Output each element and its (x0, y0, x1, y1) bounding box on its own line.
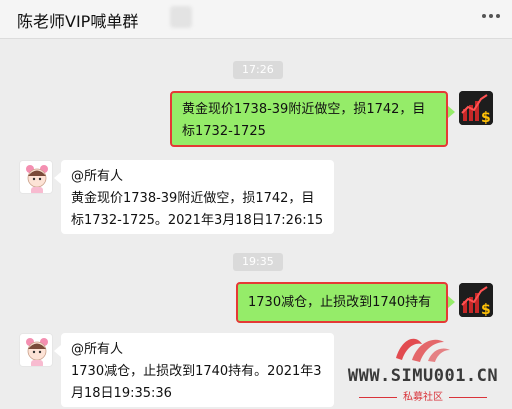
watermark: WWW.SIMU001.CN 私募社区 (337, 330, 509, 406)
message-line: 1730减仓，止损改到1740持有。2021年3 (71, 364, 322, 379)
watermark-site: WWW.SIMU001.CN (347, 366, 499, 386)
message-line: 1730减仓，止损改到1740持有 (248, 295, 432, 310)
chat-title: 陈老师VIP喊单群 (17, 12, 139, 31)
received-message-bubble[interactable]: @所有人 1730减仓，止损改到1740持有。2021年3 月18日19:35:… (61, 333, 334, 407)
mention-all-line: @所有人 (71, 169, 124, 184)
received-message-bubble[interactable]: @所有人 黄金现价1738-39附近做空，损1742，目 标1732-1725。… (61, 160, 334, 234)
self-avatar[interactable]: $ (459, 283, 493, 317)
bubble-tail (54, 345, 61, 357)
svg-text:$: $ (481, 110, 491, 125)
blurred-member-count (170, 6, 192, 28)
sent-message-bubble[interactable]: 黄金现价1738-39附近做空，损1742，目 标1732-1725 (170, 91, 448, 147)
bubble-tail (448, 296, 455, 308)
chat-header: 陈老师VIP喊单群 (0, 0, 512, 39)
timestamp-divider: 17:26 (233, 61, 283, 79)
message-line: 黄金现价1738-39附近做空，损1742，目 (71, 191, 315, 206)
sent-message-bubble[interactable]: 1730减仓，止损改到1740持有 (236, 282, 448, 323)
self-avatar[interactable]: $ (459, 91, 493, 125)
bubble-tail (448, 106, 455, 118)
chart-dollar-avatar-icon: $ (459, 283, 493, 317)
watermark-subtitle: 私募社区 (337, 388, 509, 403)
cartoon-girl-avatar-icon (20, 161, 52, 193)
chart-dollar-avatar-icon: $ (459, 91, 493, 125)
timestamp-divider: 19:35 (233, 253, 283, 271)
sender-avatar[interactable] (19, 160, 53, 194)
watermark-logo-icon (396, 338, 450, 362)
cartoon-girl-avatar-icon (20, 334, 52, 366)
message-line: 标1732-1725。2021年3月18日17:26:15 (71, 213, 324, 228)
more-dots-icon[interactable] (482, 14, 500, 18)
svg-text:$: $ (481, 302, 491, 317)
message-line: 月18日19:35:36 (71, 386, 172, 401)
bubble-tail (54, 172, 61, 184)
mention-all-line: @所有人 (71, 342, 124, 357)
message-line: 标1732-1725 (182, 124, 266, 139)
message-line: 黄金现价1738-39附近做空，损1742，目 (182, 102, 426, 117)
sender-avatar[interactable] (19, 333, 53, 367)
